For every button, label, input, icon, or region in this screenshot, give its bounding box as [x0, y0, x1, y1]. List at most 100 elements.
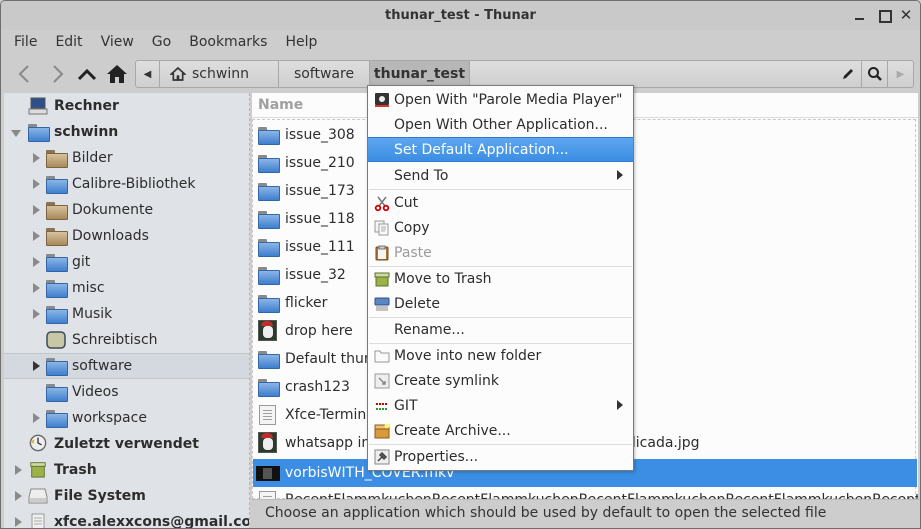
menu-item-cut[interactable]: Cut — [368, 190, 633, 215]
edit-location-button[interactable] — [835, 61, 861, 87]
sidebar-item-recent[interactable]: Zuletzt verwendet — [4, 431, 249, 457]
sidebar-item-label: Musik — [72, 306, 113, 322]
home-folder-icon — [28, 124, 50, 142]
menu-go[interactable]: Go — [152, 30, 171, 56]
forward-button[interactable] — [45, 62, 69, 86]
file-name: RecentFlammkuchenRecentFlammkuchenRecent… — [285, 492, 918, 499]
minimize-button[interactable] — [853, 8, 867, 22]
expand-icon[interactable] — [31, 361, 41, 371]
sidebar-item-dokumente[interactable]: Dokumente — [4, 197, 249, 223]
network-drive-icon — [31, 513, 45, 528]
path-segment-software[interactable]: software — [279, 61, 370, 87]
file-name-suffix: plicada.jpg — [623, 435, 700, 451]
scissors-icon — [374, 196, 390, 211]
menu-item-send-to[interactable]: Send To — [368, 163, 633, 188]
recent-clock-icon — [29, 434, 47, 452]
sidebar-item-trash[interactable]: Trash — [4, 457, 249, 483]
menu-item-label: Set Default Application... — [394, 141, 569, 158]
sidebar-item-bilder[interactable]: Bilder — [4, 145, 249, 171]
expand-icon[interactable] — [31, 205, 41, 215]
menu-item-open-with-parole[interactable]: Open With "Parole Media Player" — [368, 87, 633, 112]
path-scroll-left-button[interactable]: ◀ — [136, 61, 160, 87]
up-button[interactable] — [75, 62, 99, 86]
sidebar-item-label: Dokumente — [72, 202, 154, 218]
menu-item-move-into-new-folder[interactable]: Move into new folder — [368, 343, 633, 368]
parole-media-player-icon — [375, 92, 389, 107]
menu-item-label: Move to Trash — [394, 270, 492, 287]
sidebar-item-workspace[interactable]: workspace — [4, 405, 249, 431]
menu-item-rename[interactable]: Rename... — [368, 317, 633, 342]
expand-icon[interactable] — [31, 179, 41, 189]
menu-item-set-default-application[interactable]: Set Default Application... — [368, 137, 633, 162]
menu-item-paste[interactable]: Paste — [368, 240, 633, 265]
back-button[interactable] — [13, 62, 37, 86]
sidebar-item-schwinn[interactable]: schwinn — [4, 119, 249, 145]
folder-icon — [46, 280, 68, 298]
close-button[interactable]: ✕ — [899, 8, 913, 23]
column-header-name[interactable]: Name — [258, 97, 303, 113]
expand-icon[interactable] — [13, 517, 23, 527]
file-name: issue_118 — [285, 211, 355, 227]
folder-icon — [258, 155, 280, 173]
home-icon — [107, 65, 127, 83]
path-segment-thunar-test[interactable]: thunar_test — [370, 61, 470, 87]
menu-item-create-archive[interactable]: Create Archive... — [368, 418, 633, 443]
sidebar-item-software[interactable]: software — [4, 353, 249, 379]
sidebar-item-downloads[interactable]: Downloads — [4, 223, 249, 249]
chevron-right-icon — [53, 65, 64, 83]
sidebar-item-label: Trash — [54, 462, 97, 478]
trash-icon — [30, 462, 46, 478]
folder-outline-icon — [374, 350, 390, 362]
expand-icon[interactable] — [31, 153, 41, 163]
status-text: Choose an application which should be us… — [265, 505, 827, 521]
menu-item-git[interactable]: GIT — [368, 393, 633, 418]
menu-item-label: Cut — [394, 194, 419, 211]
menu-help[interactable]: Help — [285, 30, 317, 56]
status-bar: Choose an application which should be us… — [252, 499, 920, 528]
menu-view[interactable]: View — [101, 30, 134, 56]
menu-item-copy[interactable]: Copy — [368, 215, 633, 240]
sidebar-item-git[interactable]: git — [4, 249, 249, 275]
submenu-arrow-icon — [617, 170, 623, 180]
sidebar-item-calibre-bibliothek[interactable]: Calibre-Bibliothek — [4, 171, 249, 197]
sidebar-item-schreibtisch[interactable]: Schreibtisch — [4, 327, 249, 353]
file-name: issue_173 — [285, 183, 355, 199]
menu-item-label: Delete — [394, 295, 440, 312]
sidebar-item-videos[interactable]: Videos — [4, 379, 249, 405]
folder-icon — [258, 295, 280, 313]
expand-icon[interactable] — [31, 231, 41, 241]
menu-item-label: Properties... — [394, 448, 479, 465]
sidebar-item-label: Downloads — [72, 228, 149, 244]
path-segment-home[interactable]: schwinn — [160, 61, 279, 87]
image-thumbnail-icon — [258, 432, 277, 453]
menu-item-properties[interactable]: Properties... — [368, 444, 633, 469]
expand-icon[interactable] — [31, 309, 41, 319]
sidebar-item-misc[interactable]: misc — [4, 275, 249, 301]
path-scroll-right-button[interactable]: ▶ — [887, 61, 913, 87]
file-row[interactable]: RecentFlammkuchenRecentFlammkuchenRecent… — [253, 487, 918, 499]
menu-item-open-with-other[interactable]: Open With Other Application... — [368, 112, 633, 137]
pictures-folder-icon — [46, 150, 68, 168]
sidebar-item-network-share[interactable]: xfce.alexxcons@gmail.com — [4, 509, 249, 528]
menu-edit[interactable]: Edit — [55, 30, 82, 56]
expand-icon[interactable] — [13, 465, 23, 475]
search-button[interactable] — [861, 61, 887, 87]
sidebar-item-rechner[interactable]: Rechner — [4, 93, 249, 119]
sidebar-item-label: Schreibtisch — [72, 332, 158, 348]
sidebar-item-musik[interactable]: Musik — [4, 301, 249, 327]
menu-item-delete[interactable]: Delete — [368, 291, 633, 316]
expand-icon[interactable] — [13, 491, 23, 501]
chevron-up-icon — [77, 68, 97, 81]
expand-icon[interactable] — [31, 283, 41, 293]
image-thumbnail-icon — [258, 320, 277, 341]
sidebar-item-file-system[interactable]: File System — [4, 483, 249, 509]
home-button[interactable] — [105, 62, 129, 86]
menu-item-create-symlink[interactable]: Create symlink — [368, 368, 633, 393]
expand-icon[interactable] — [31, 257, 41, 267]
menu-item-move-to-trash[interactable]: Move to Trash — [368, 266, 633, 291]
collapse-icon[interactable] — [11, 128, 21, 138]
menu-file[interactable]: File — [14, 30, 37, 56]
maximize-button[interactable] — [877, 8, 892, 23]
expand-icon[interactable] — [31, 413, 41, 423]
menu-bookmarks[interactable]: Bookmarks — [189, 30, 267, 56]
